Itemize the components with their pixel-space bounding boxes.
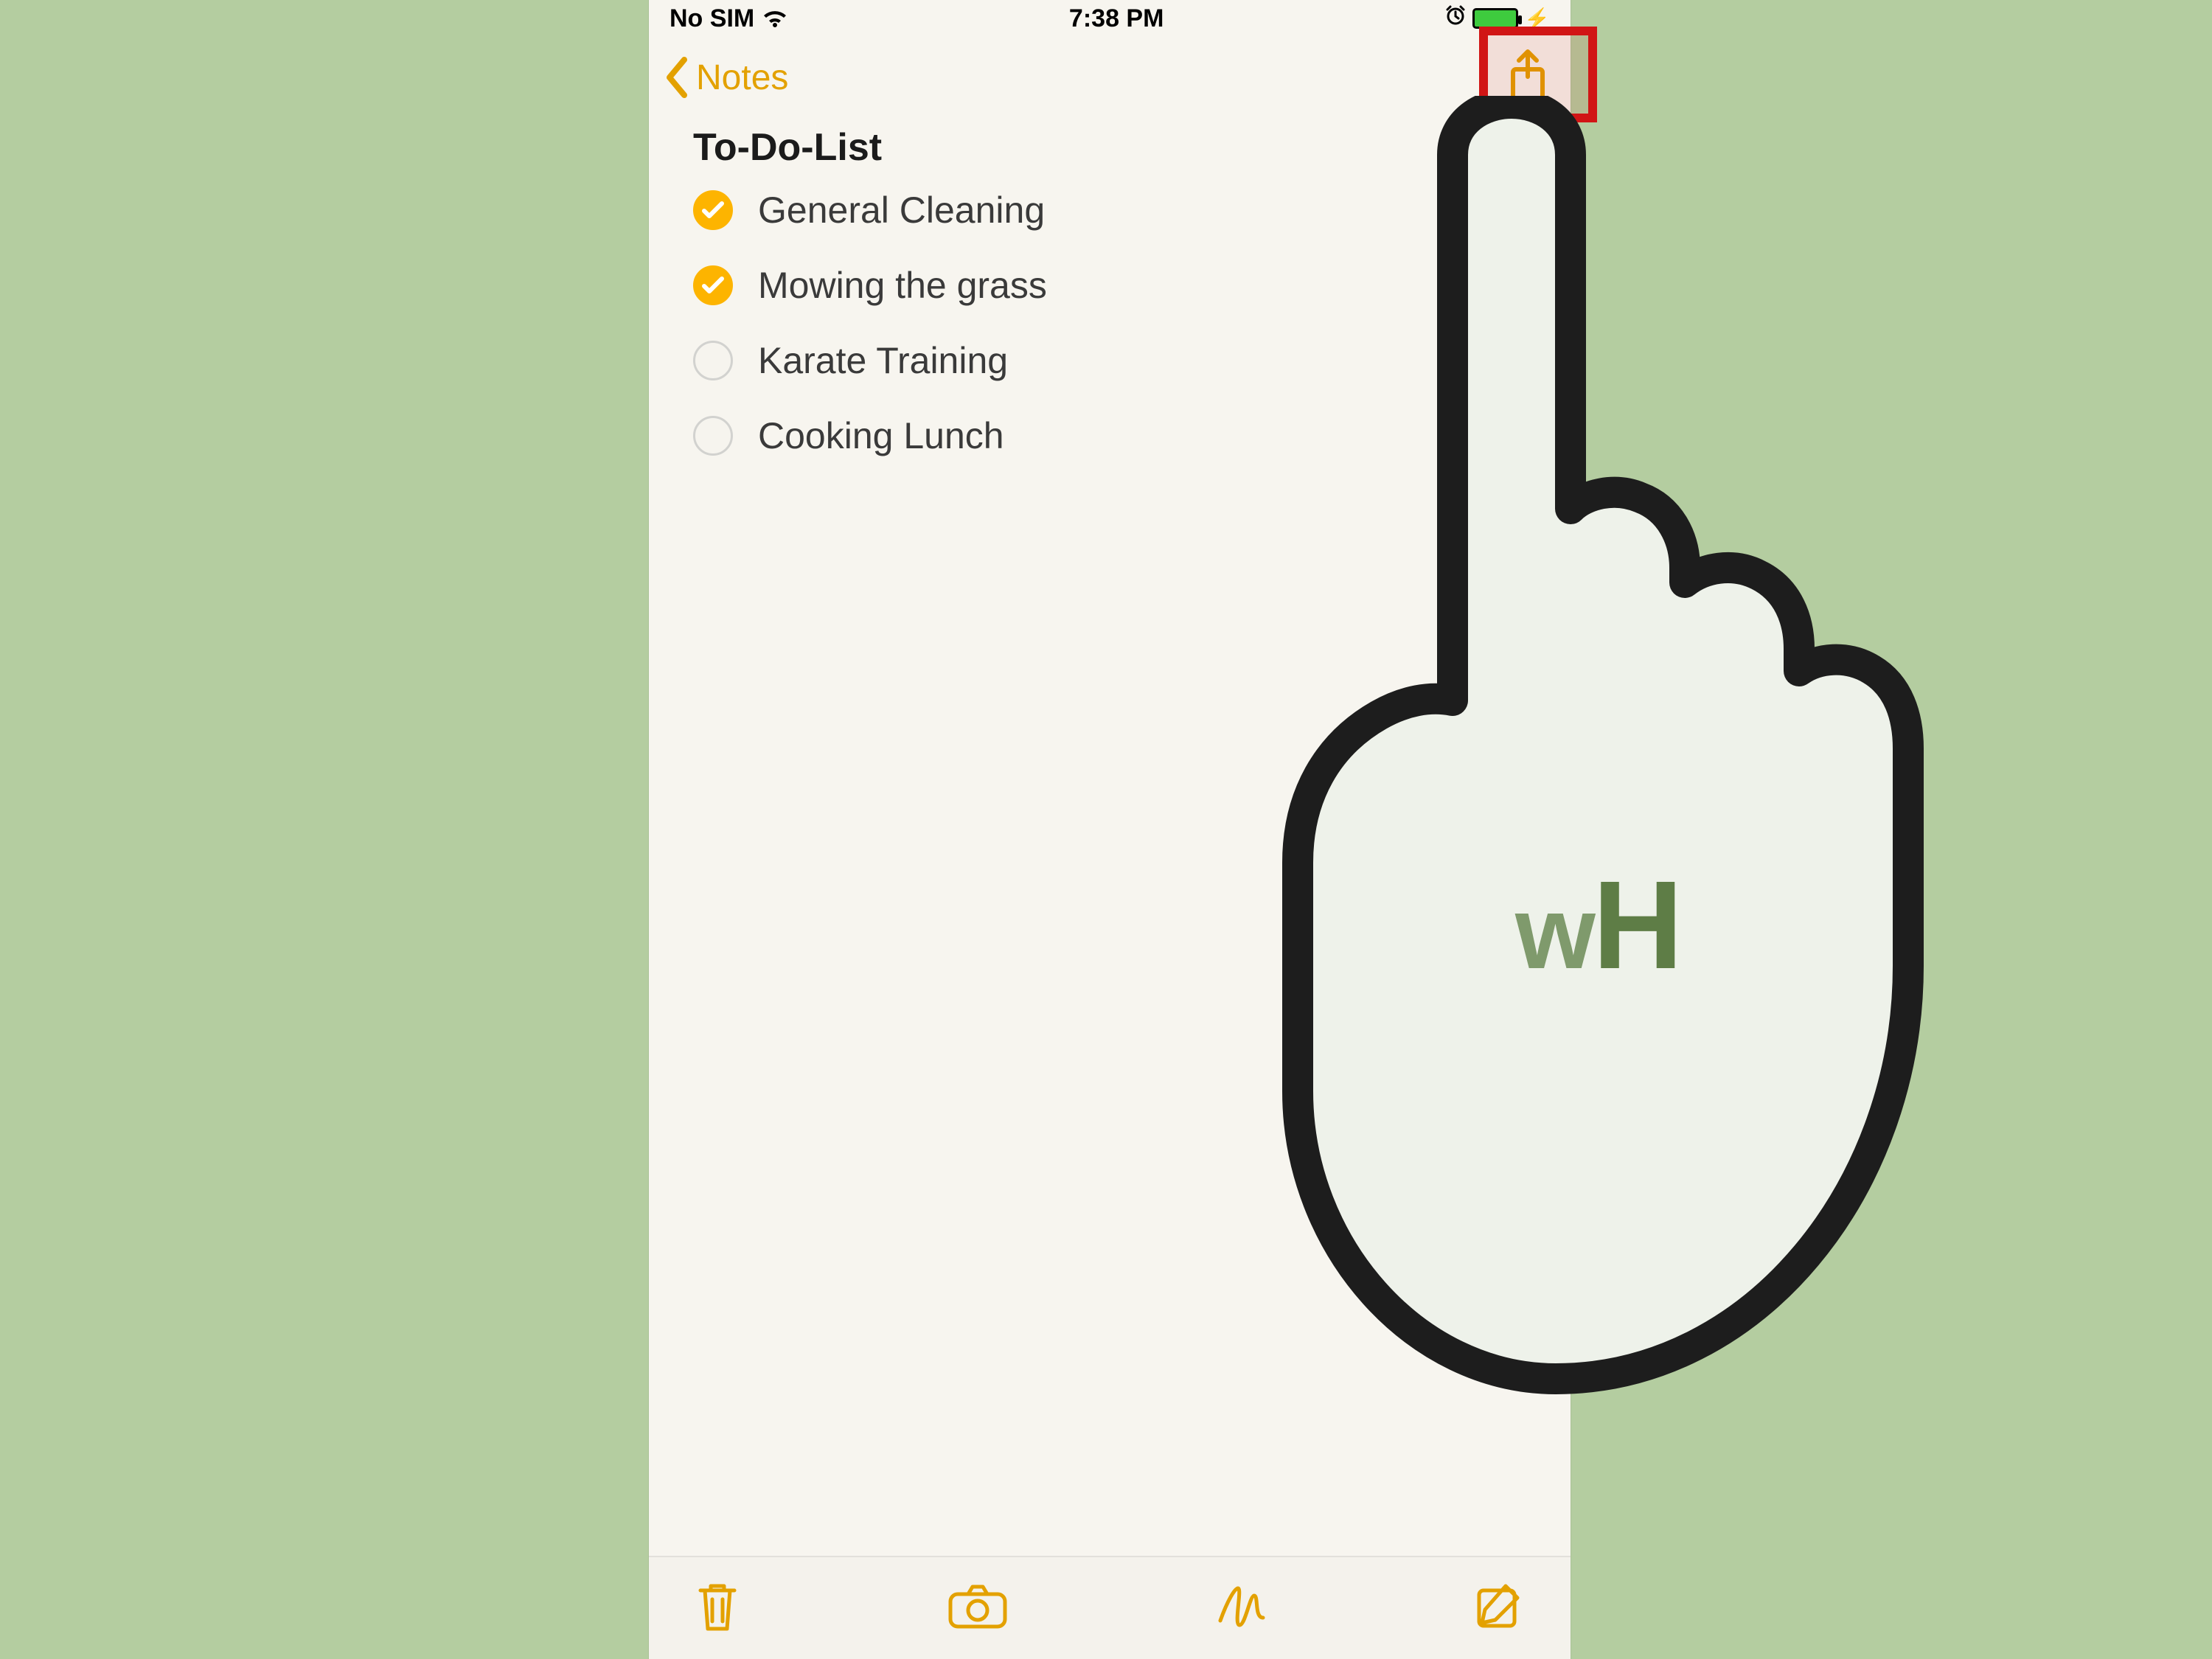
sketch-button[interactable] xyxy=(1213,1581,1269,1636)
todo-item[interactable]: General Cleaning xyxy=(693,189,1541,232)
todo-label: Cooking Lunch xyxy=(758,414,1004,457)
checkbox-empty-icon[interactable] xyxy=(693,341,733,380)
alarm-icon xyxy=(1444,4,1467,33)
battery-icon xyxy=(1472,8,1518,29)
todo-label: General Cleaning xyxy=(758,189,1045,232)
todo-item[interactable]: Cooking Lunch xyxy=(693,414,1541,457)
todo-item[interactable]: Mowing the grass xyxy=(693,264,1541,307)
status-bar: No SIM 7:38 PM ⚡ xyxy=(649,0,1571,37)
trash-button[interactable] xyxy=(693,1579,742,1638)
share-button[interactable] xyxy=(1506,94,1550,106)
clock-label: 7:38 PM xyxy=(1069,4,1164,33)
compose-button[interactable] xyxy=(1473,1580,1526,1637)
checkbox-empty-icon[interactable] xyxy=(693,416,733,456)
phone-frame: No SIM 7:38 PM ⚡ Notes xyxy=(649,0,1571,1659)
note-title: To-Do-List xyxy=(693,125,1541,170)
checkbox-checked-icon[interactable] xyxy=(693,190,733,230)
note-content: To-Do-List General Cleaning Mowing the g… xyxy=(649,118,1571,457)
bottom-toolbar xyxy=(649,1556,1571,1659)
wifi-icon xyxy=(762,8,788,29)
todo-label: Karate Training xyxy=(758,339,1008,382)
todo-label: Mowing the grass xyxy=(758,264,1047,307)
charging-icon: ⚡ xyxy=(1524,7,1550,31)
back-button[interactable]: Notes xyxy=(662,55,788,100)
camera-button[interactable] xyxy=(946,1582,1009,1635)
checkbox-checked-icon[interactable] xyxy=(693,265,733,305)
carrier-label: No SIM xyxy=(669,4,754,33)
todo-list: General Cleaning Mowing the grass Karate… xyxy=(693,189,1541,457)
chevron-left-icon xyxy=(662,55,693,100)
todo-item[interactable]: Karate Training xyxy=(693,339,1541,382)
back-label: Notes xyxy=(696,58,788,98)
nav-bar: Notes xyxy=(649,37,1571,118)
